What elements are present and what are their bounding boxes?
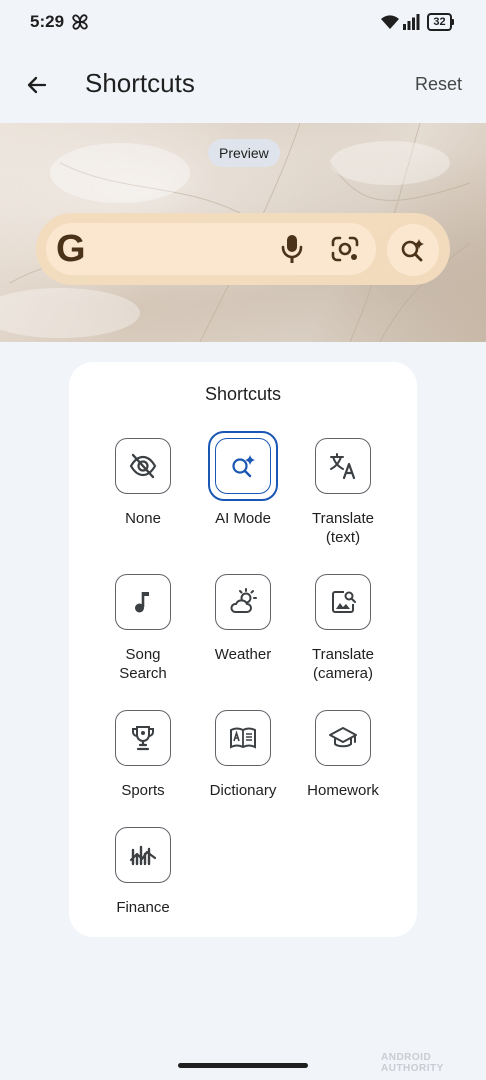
mic-icon [281,235,303,263]
search-bar [46,223,376,275]
book-icon [230,727,256,749]
shortcut-option-translate-camera[interactable]: Translate (camera) [293,574,393,684]
option-icon-box [215,574,271,630]
signal-icon [403,14,420,30]
reset-button[interactable]: Reset [415,74,462,95]
battery-icon: 32 [427,13,454,31]
option-label: Translate [312,510,374,527]
option-label: AI Mode [215,510,271,527]
option-icon-box [115,710,171,766]
shortcut-option-ai-mode[interactable]: AI Mode [193,431,293,548]
shortcut-option-dictionary[interactable]: Dictionary [193,710,293,810]
option-label: None [125,510,161,527]
home-indicator[interactable] [178,1063,308,1068]
chart-icon [129,845,157,866]
back-button[interactable] [16,64,58,106]
shortcut-option-sports[interactable]: Sports [93,710,193,810]
shortcut-option-homework[interactable]: Homework [293,710,393,810]
page-title: Shortcuts [85,68,195,98]
shortcuts-card: Shortcuts None AI Mode Translate (text) … [69,362,417,937]
watermark: ANDROID AUTHORITY [381,1052,444,1074]
option-label: Homework [307,782,379,799]
option-icon-box [115,438,171,494]
option-label-line2: Search [119,665,167,682]
option-label: Weather [214,646,272,663]
option-icon-box [215,710,271,766]
pinwheel-icon [72,14,88,30]
ai-mode-icon [232,455,255,478]
arrow-back-icon [27,76,47,94]
option-label-line2: (camera) [312,665,373,682]
option-icon-box [115,827,171,883]
wifi-icon [381,15,399,29]
shortcut-option-translate-text[interactable]: Translate (text) [293,438,393,548]
option-label: Dictionary [209,782,277,799]
option-label: Song [125,646,161,663]
shortcut-option-weather[interactable]: Weather [193,574,293,684]
option-label-line2: (text) [325,529,361,546]
graduation-cap-icon [329,727,357,748]
status-bar: 5:29 32 [0,0,486,44]
translate-icon [330,453,356,480]
card-title: Shortcuts [204,384,282,404]
app-bar: Shortcuts Reset [0,50,486,120]
status-time: 5:29 [30,12,65,31]
option-icon-box [215,438,271,494]
eye-off-icon [129,453,157,479]
ai-mode-icon [401,239,424,262]
trophy-icon [132,726,154,751]
preview-chip: Preview [208,139,280,167]
option-icon-box [315,710,371,766]
image-search-icon [332,591,356,613]
preview-area: Preview G [0,123,486,342]
ai-mode-button [387,224,439,276]
lens-icon [331,236,359,262]
option-label: Translate [312,646,374,663]
option-icon-box [315,574,371,630]
shortcut-option-finance[interactable]: Finance [93,827,193,927]
google-logo: G [56,228,86,270]
option-icon-box [315,438,371,494]
shortcut-option-song-search[interactable]: Song Search [93,574,193,684]
shortcut-option-none[interactable]: None [93,438,193,548]
option-label: Finance [116,899,170,916]
option-icon-box [115,574,171,630]
music-note-icon [135,592,149,613]
option-label: Sports [121,782,165,799]
weather-icon [230,588,257,613]
